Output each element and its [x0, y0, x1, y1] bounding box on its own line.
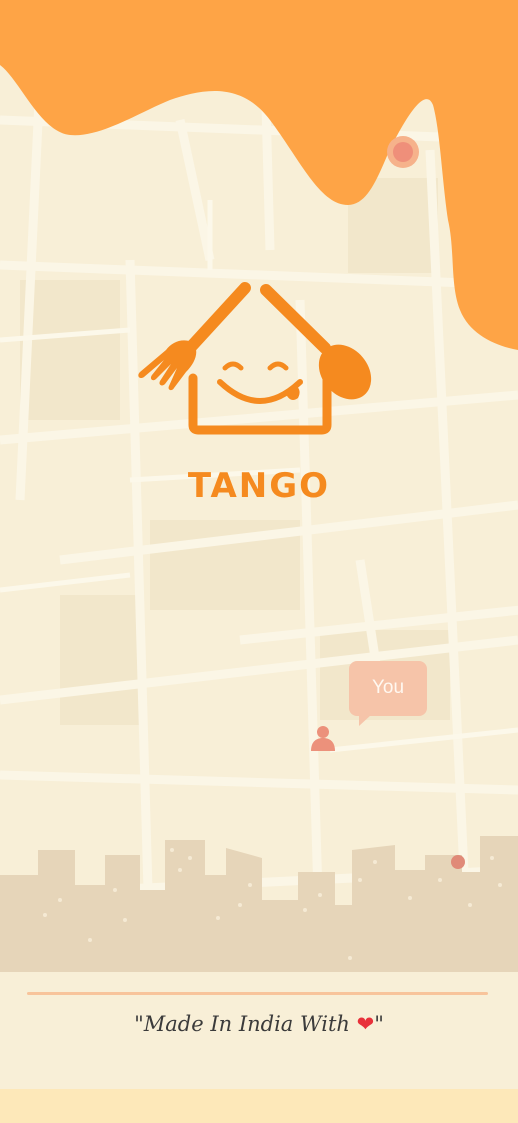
- made-in-india-tagline: "Made In India With ❤": [0, 1012, 518, 1036]
- map-pin: [393, 142, 413, 162]
- you-location-bubble: You: [349, 661, 427, 726]
- tagline-text: "Made In India With: [134, 1012, 350, 1036]
- splash-screen: TANGO You "Made In India With ❤": [0, 0, 518, 1123]
- app-brand-name: TANGO: [187, 466, 331, 506]
- footer: "Made In India With ❤": [0, 972, 518, 1089]
- map-dot: [451, 855, 465, 869]
- user-location-icon: [311, 726, 335, 751]
- you-label: You: [371, 677, 405, 698]
- city-skyline: [0, 836, 518, 972]
- tagline-closing-quote: ": [374, 1012, 384, 1036]
- heart-icon: ❤: [356, 1012, 375, 1036]
- footer-divider: [27, 992, 488, 995]
- bottom-strip: [0, 1089, 518, 1123]
- map-blocks: [20, 178, 450, 725]
- map-background: [0, 0, 518, 1001]
- tango-logo: [138, 282, 372, 435]
